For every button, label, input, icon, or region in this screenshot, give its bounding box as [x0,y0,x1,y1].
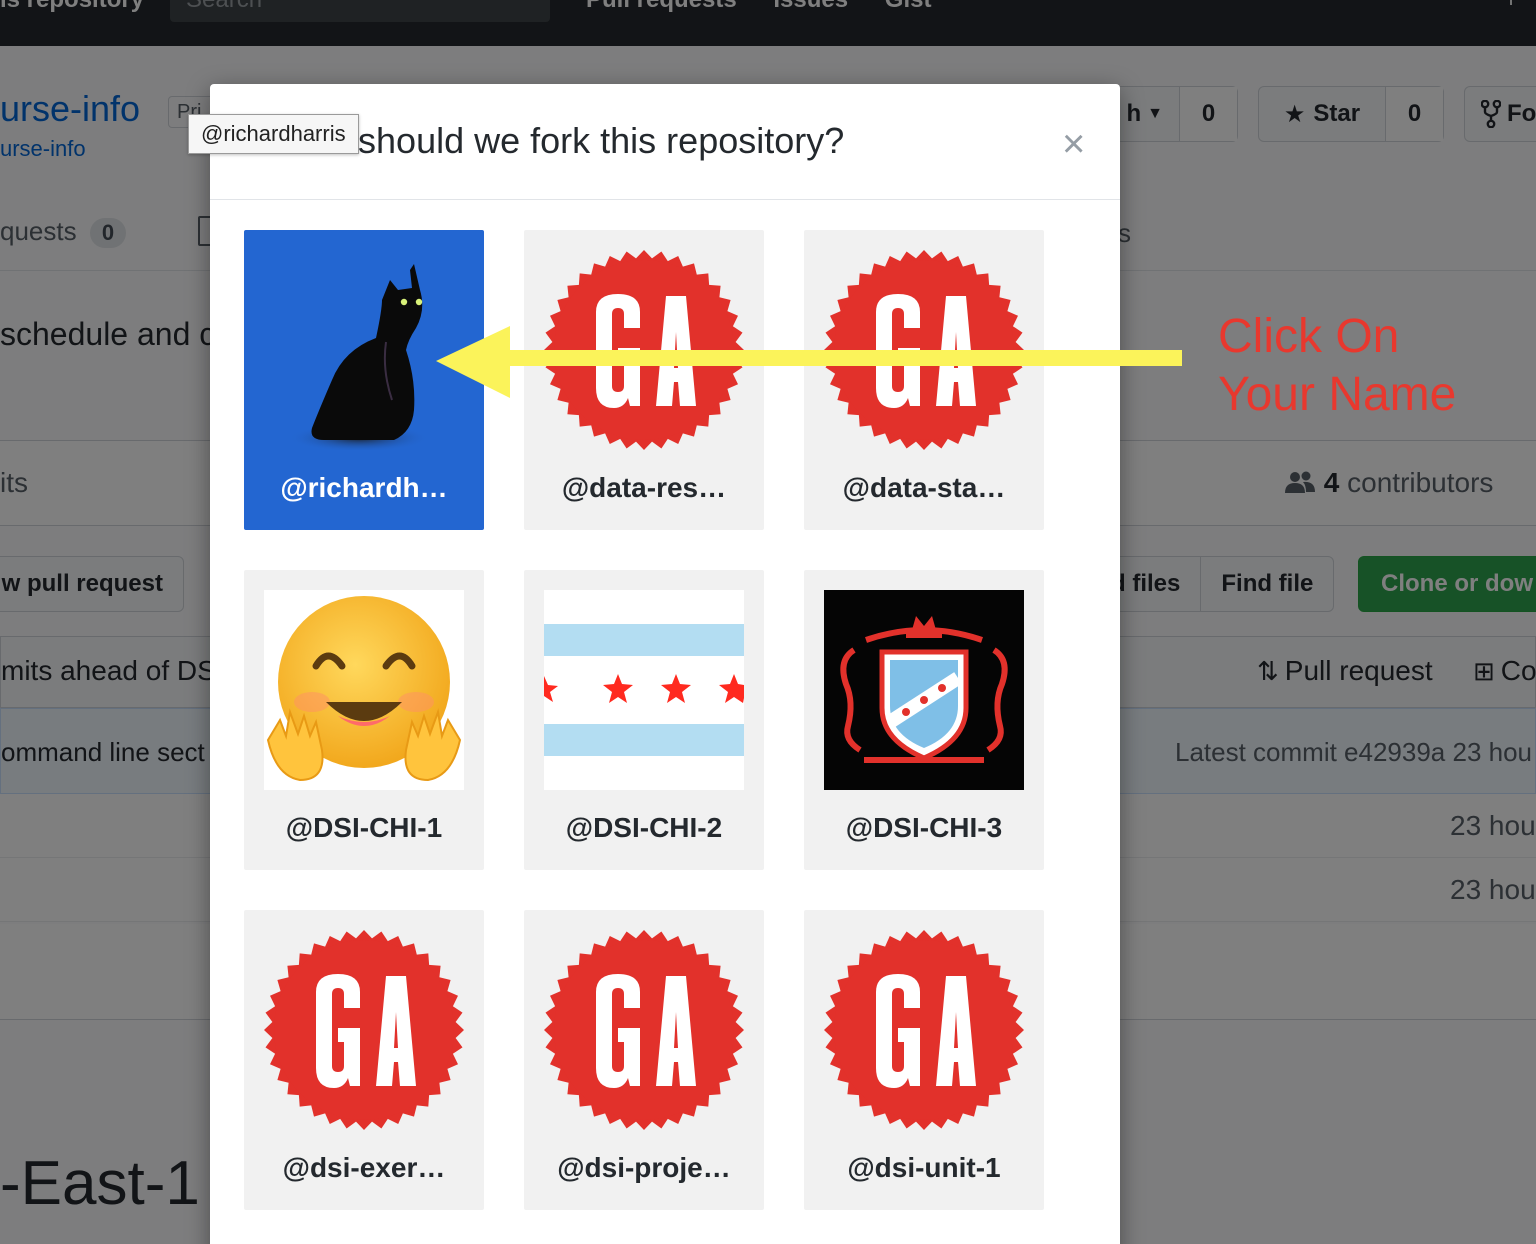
annotation-line-1: Click On [1218,310,1400,363]
ga-logo-avatar [544,250,744,450]
black-cat-avatar [289,264,429,450]
owner-option-dsi-proje[interactable]: @dsi-proje… [524,910,764,1210]
crest-avatar [824,590,1024,790]
owner-tooltip: @richardharris [188,114,359,154]
owner-option-dsi-chi-2[interactable]: @DSI-CHI-2 [524,570,764,870]
ga-logo-avatar [824,250,1024,450]
owner-option-data-sta[interactable]: @data-sta… [804,230,1044,530]
owner-name: @DSI-CHI-2 [565,812,723,843]
owner-name: @DSI-CHI-1 [285,812,443,843]
chicago-flag-avatar [544,590,744,790]
ga-logo-icon [264,930,464,1130]
annotation-line-2: Your Name [1218,368,1457,421]
owner-name: @dsi-unit-1 [847,1152,1001,1183]
fork-dialog: Where should we fork this repository? × … [210,84,1120,1244]
owner-option-richardharris[interactable]: @richardh… [244,230,484,530]
owner-name: @dsi-proje… [557,1152,731,1183]
ga-logo-avatar [824,930,1024,1130]
close-icon[interactable]: × [1062,124,1085,164]
ga-logo-avatar [264,930,464,1130]
owner-name: @dsi-exer… [282,1152,446,1183]
owner-option-dsi-unit-1[interactable]: @dsi-unit-1 [804,910,1044,1210]
ga-logo-avatar [544,930,744,1130]
owner-name: @data-res… [561,472,727,503]
ga-logo-icon [544,930,744,1130]
owner-option-dsi-chi-3[interactable]: @DSI-CHI-3 [804,570,1044,870]
ga-logo-icon [544,250,744,450]
hugging-face-emoji-avatar [264,590,464,790]
owner-option-dsi-chi-1[interactable]: @DSI-CHI-1 [244,570,484,870]
owner-option-data-res[interactable]: @data-res… [524,230,764,530]
ga-logo-icon [824,250,1024,450]
owner-name: @DSI-CHI-3 [845,812,1003,843]
owner-name: @richardh… [280,472,448,503]
owner-name: @data-sta… [842,472,1006,503]
annotation-text: Click On Your Name [1218,308,1456,424]
ga-logo-icon [824,930,1024,1130]
owner-option-dsi-exer[interactable]: @dsi-exer… [244,910,484,1210]
